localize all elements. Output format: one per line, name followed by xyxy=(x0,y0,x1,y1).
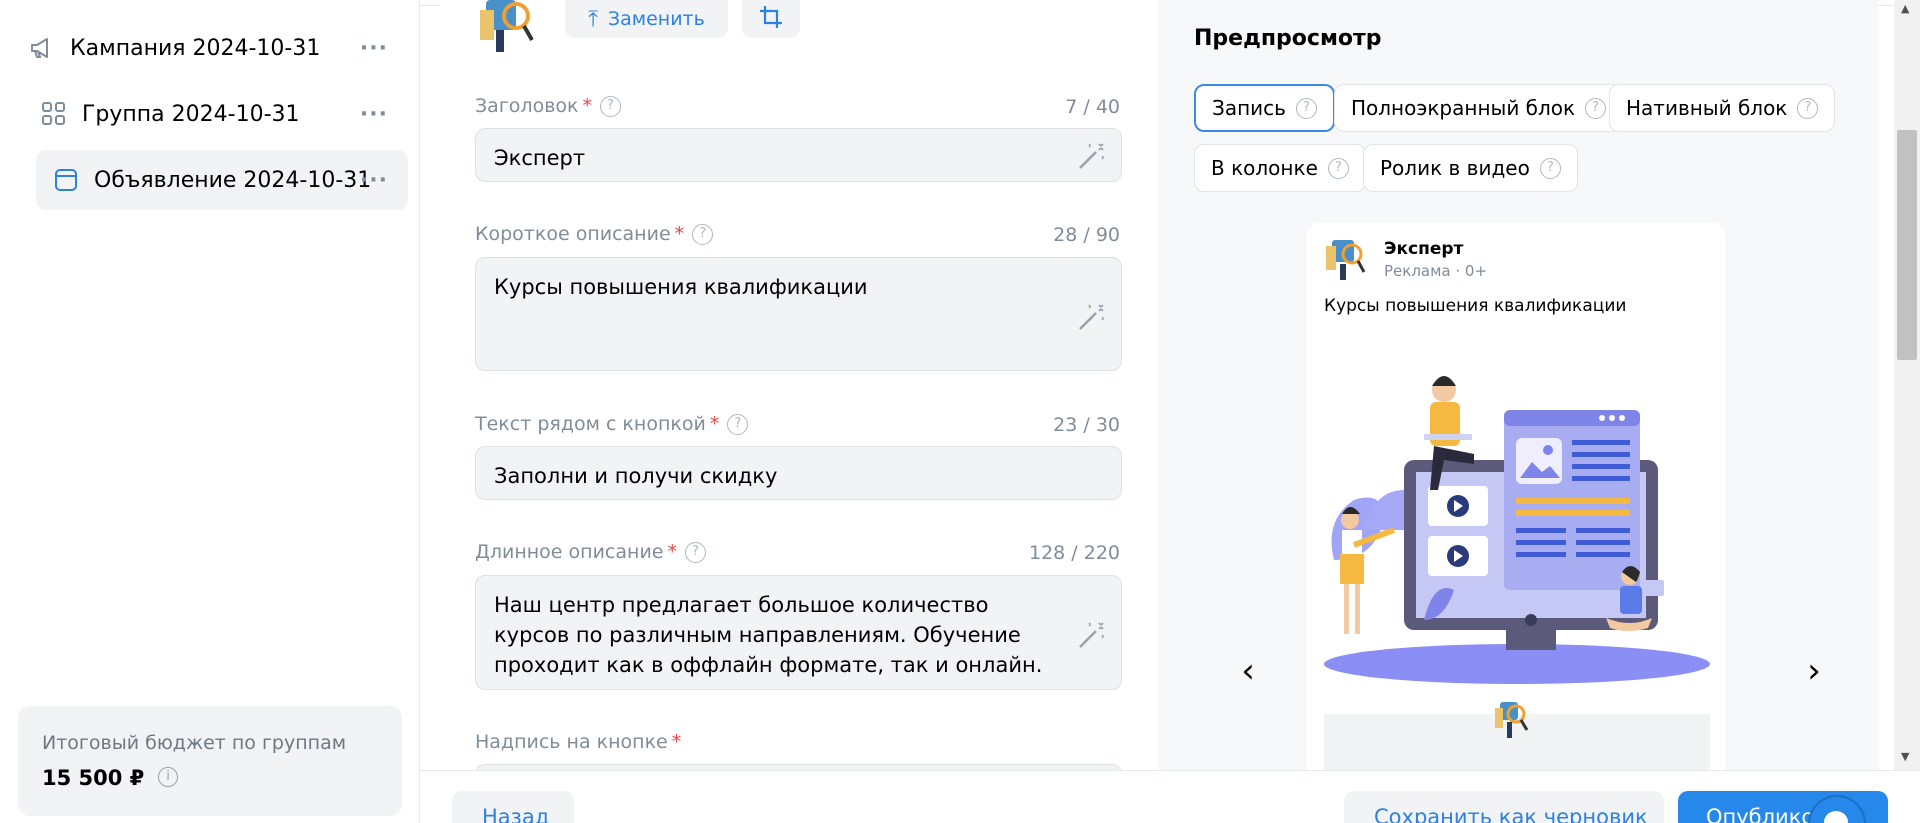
help-icon[interactable]: ? xyxy=(600,95,621,117)
help-icon[interactable]: ? xyxy=(1797,97,1819,119)
button-text-counter: 23 / 30 xyxy=(1053,414,1120,436)
card-meta: Реклама · 0+ xyxy=(1384,262,1488,280)
back-button[interactable]: Назад xyxy=(452,791,574,823)
crop-icon xyxy=(759,5,783,33)
tab-fullscreen[interactable]: Полноэкранный блок ? xyxy=(1334,84,1624,132)
field-label-text: Надпись на кнопке xyxy=(475,731,668,753)
replace-label: Заменить xyxy=(607,8,705,30)
short-desc-field-label: Короткое описание * ? xyxy=(475,223,714,245)
button-text-value: Заполни и получи скидку xyxy=(494,464,778,488)
tab-label: Полноэкранный блок xyxy=(1351,96,1576,120)
crop-button[interactable] xyxy=(742,0,800,38)
grid-icon xyxy=(40,100,68,128)
card-footer-logo xyxy=(1492,700,1534,740)
required-mark: * xyxy=(709,413,720,435)
tab-post[interactable]: Запись ? xyxy=(1194,84,1335,132)
required-mark: * xyxy=(582,95,593,117)
tab-native[interactable]: Нативный блок ? xyxy=(1609,84,1836,132)
more-icon[interactable]: ··· xyxy=(360,102,388,127)
sidebar-item-group[interactable]: Группа 2024-10-31 ··· xyxy=(40,84,408,144)
button-text-field-label: Текст рядом с кнопкой * ? xyxy=(475,413,749,435)
long-desc-value: Наш центр предлагает большое количество … xyxy=(494,593,1043,677)
card-description: Курсы повышения квалификации xyxy=(1324,296,1627,316)
sidebar: Кампания 2024-10-31 ··· Группа 2024-10-3… xyxy=(0,0,420,823)
app-root: Кампания 2024-10-31 ··· Группа 2024-10-3… xyxy=(0,0,1920,823)
ad-form: ⤒ Заменить Заголовок * ? 7 / 40 Эксперт … xyxy=(440,0,1158,794)
preview-panel: Предпросмотр Запись ? Полноэкранный блок… xyxy=(1158,0,1878,782)
budget-summary: Итоговый бюджет по группам 15 500 ₽ i xyxy=(18,706,402,816)
info-icon[interactable]: i xyxy=(158,767,178,787)
help-icon[interactable]: ? xyxy=(1295,97,1317,119)
tab-label: В колонке xyxy=(1211,156,1318,180)
tab-label: Нативный блок xyxy=(1626,96,1788,120)
title-counter: 7 / 40 xyxy=(1065,96,1120,118)
sidebar-item-label: Группа 2024-10-31 xyxy=(82,101,300,127)
budget-label: Итоговый бюджет по группам xyxy=(42,732,347,754)
upload-icon: ⤒ xyxy=(588,6,598,32)
more-icon[interactable]: ··· xyxy=(360,36,388,61)
title-input[interactable]: Эксперт xyxy=(475,128,1122,182)
scrollbar[interactable]: ▲ ▼ xyxy=(1894,0,1920,770)
scroll-up-icon[interactable]: ▲ xyxy=(1901,2,1909,15)
action-bar: Назад Сохранить как черновик Опублико xyxy=(420,770,1920,823)
logo-thumbnail xyxy=(476,0,538,52)
help-icon[interactable]: ? xyxy=(727,413,749,435)
brand-avatar xyxy=(1324,238,1368,282)
tab-label: Ролик в видео xyxy=(1380,156,1530,180)
sidebar-item-ad[interactable]: Объявление 2024-10-31 ··· xyxy=(36,150,408,210)
magic-wand-icon[interactable] xyxy=(1077,141,1107,171)
help-icon[interactable]: ? xyxy=(692,223,714,245)
ad-card-icon xyxy=(52,166,80,194)
card-brand-name: Эксперт xyxy=(1384,239,1464,259)
tab-video[interactable]: Ролик в видео ? xyxy=(1363,144,1578,192)
megaphone-icon xyxy=(28,34,56,62)
scrollbar-thumb[interactable] xyxy=(1897,130,1917,360)
chevron-left-icon[interactable]: ‹ xyxy=(1228,652,1268,692)
help-icon[interactable]: ? xyxy=(684,541,706,563)
button-text-input[interactable]: Заполни и получи скидку xyxy=(475,446,1122,500)
budget-value: 15 500 ₽ xyxy=(42,766,145,790)
ad-preview-card: Эксперт Реклама · 0+ Курсы повышения ква… xyxy=(1306,222,1726,782)
sidebar-item-label: Объявление 2024-10-31 xyxy=(94,167,372,193)
field-label-text: Короткое описание xyxy=(475,223,671,245)
magic-wand-icon[interactable] xyxy=(1077,302,1107,332)
title-field-label: Заголовок * ? xyxy=(475,95,621,117)
more-icon[interactable]: ··· xyxy=(360,168,388,193)
chat-icon xyxy=(1824,811,1848,823)
help-icon[interactable]: ? xyxy=(1539,157,1561,179)
sidebar-item-campaign[interactable]: Кампания 2024-10-31 ··· xyxy=(28,18,408,78)
help-icon[interactable]: ? xyxy=(1327,157,1349,179)
cta-field-label: Надпись на кнопке * xyxy=(475,731,681,753)
magic-wand-icon[interactable] xyxy=(1077,620,1107,650)
replace-image-button[interactable]: ⤒ Заменить xyxy=(565,0,728,38)
title-input-value: Эксперт xyxy=(494,146,586,170)
short-desc-textarea[interactable]: Курсы повышения квалификации xyxy=(475,257,1122,371)
tab-label: Запись xyxy=(1212,96,1286,120)
preview-title: Предпросмотр xyxy=(1194,26,1382,51)
long-desc-field-label: Длинное описание * ? xyxy=(475,541,706,563)
save-draft-button[interactable]: Сохранить как черновик xyxy=(1344,791,1664,823)
scroll-down-icon[interactable]: ▼ xyxy=(1901,750,1909,763)
ad-illustration xyxy=(1324,330,1710,690)
long-desc-textarea[interactable]: Наш центр предлагает большое количество … xyxy=(475,575,1122,690)
required-mark: * xyxy=(674,223,685,245)
sidebar-item-label: Кампания 2024-10-31 xyxy=(70,35,321,61)
chevron-right-icon[interactable]: › xyxy=(1794,652,1834,692)
field-label-text: Текст рядом с кнопкой xyxy=(475,413,706,435)
required-mark: * xyxy=(671,731,682,753)
field-label-text: Заголовок xyxy=(475,95,579,117)
tab-column[interactable]: В колонке ? xyxy=(1194,144,1366,192)
short-desc-value: Курсы повышения квалификации xyxy=(494,275,868,299)
help-icon[interactable]: ? xyxy=(1585,97,1607,119)
long-desc-counter: 128 / 220 xyxy=(1028,542,1120,564)
field-label-text: Длинное описание xyxy=(475,541,664,563)
required-mark: * xyxy=(667,541,677,563)
short-desc-counter: 28 / 90 xyxy=(1053,224,1120,246)
